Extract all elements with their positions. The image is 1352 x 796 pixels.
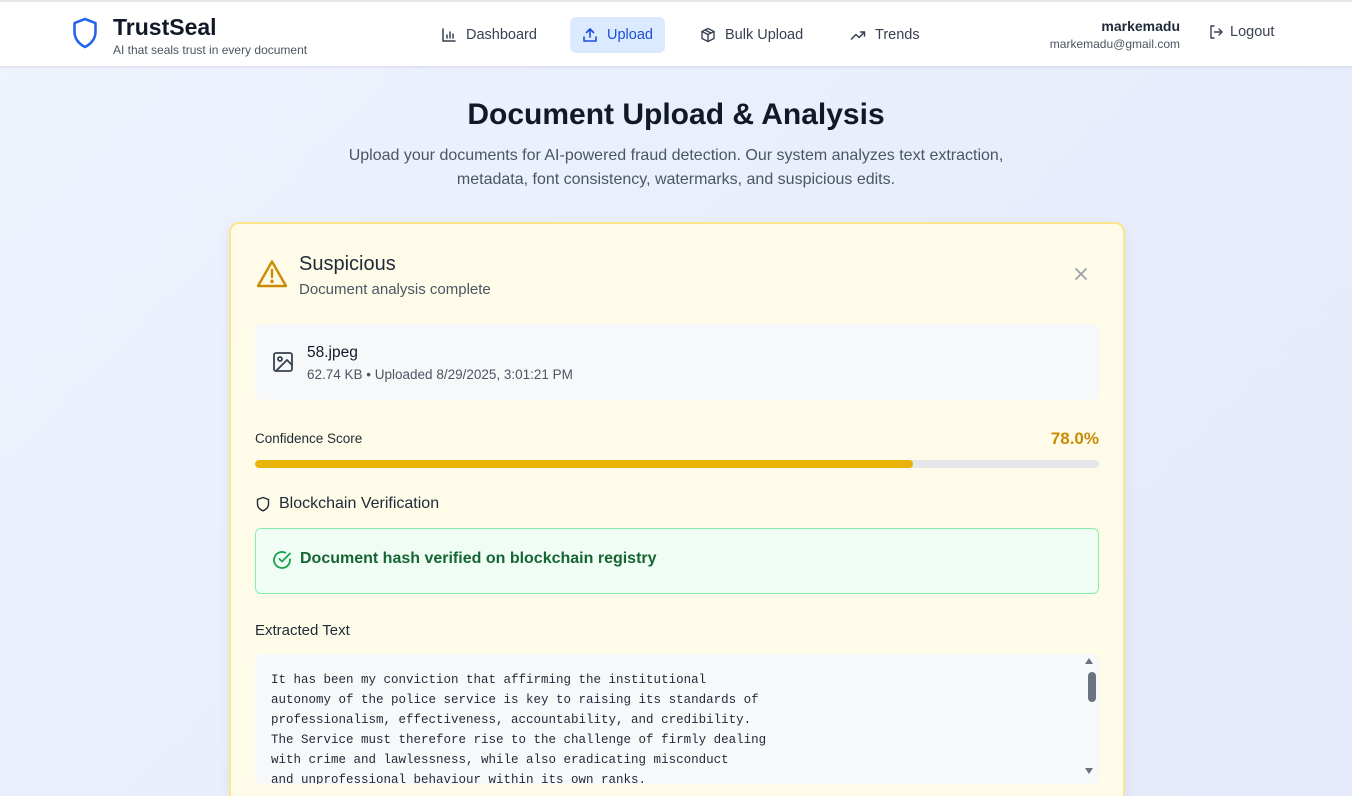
blockchain-heading-label: Blockchain Verification [279,495,440,512]
warning-icon [256,260,288,288]
scrollbar-thumb[interactable] [1088,672,1096,702]
nav-dashboard[interactable]: Dashboard [429,17,549,53]
file-name: 58.jpeg [307,344,358,361]
nav-dashboard-label: Dashboard [466,27,537,43]
nav-upload[interactable]: Upload [570,17,665,53]
scroll-up-arrow[interactable] [1085,658,1093,664]
confidence-bar [255,460,1099,468]
shield-icon [256,496,270,512]
trending-up-icon [850,31,866,40]
page-title: Document Upload & Analysis [467,98,885,131]
nav-upload-label: Upload [607,27,653,43]
user-info: markemadu markemadu@gmail.com [1050,18,1180,51]
confidence-label: Confidence Score [255,431,363,446]
file-meta: 62.74 KB • Uploaded 8/29/2025, 3:01:21 P… [307,367,573,382]
image-icon [273,352,293,372]
nav-trends-label: Trends [875,27,920,43]
logout-icon [1210,25,1223,39]
confidence-value: 78.0% [1050,429,1099,448]
status-subtitle: Document analysis complete [299,281,491,298]
bar-chart-icon [442,28,456,42]
package-icon [701,27,715,43]
nav-trends[interactable]: Trends [838,17,932,53]
extracted-text-box[interactable]: It has been my conviction that affirming… [255,654,1099,784]
status-title: Suspicious [299,253,396,275]
upload-icon [583,28,597,42]
extracted-text-heading: Extracted Text [255,622,350,639]
user-name: markemadu [1101,18,1180,34]
user-email: markemadu@gmail.com [1049,37,1180,51]
nav-bulk-upload-label: Bulk Upload [725,27,804,43]
analysis-result-card: Suspicious Document analysis complete 58… [229,222,1125,796]
logout-label: Logout [1230,24,1275,40]
nav-bulk-upload[interactable]: Bulk Upload [688,17,815,53]
page-subtitle: Upload your documents for AI-powered fra… [348,147,1004,188]
scroll-down-arrow[interactable] [1085,768,1093,774]
blockchain-heading: Blockchain Verification [255,495,439,513]
close-icon[interactable] [1071,264,1091,284]
check-circle-icon [273,551,291,569]
blockchain-status: Document hash verified on blockchain reg… [255,528,1099,594]
blockchain-message: Document hash verified on blockchain reg… [300,550,657,567]
extracted-text: It has been my conviction that affirming… [271,673,767,784]
top-navbar: TrustSeal AI that seals trust in every d… [0,0,1352,66]
file-info: 58.jpeg 62.74 KB • Uploaded 8/29/2025, 3… [255,324,1099,400]
logout-button[interactable]: Logout [1208,24,1274,40]
confidence-bar-fill [255,460,914,468]
